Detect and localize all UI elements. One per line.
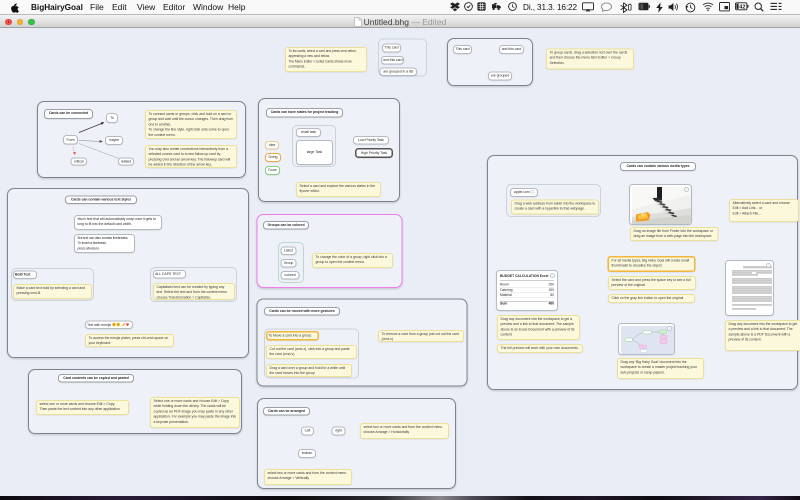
svg-text:42: 42 — [739, 5, 745, 11]
